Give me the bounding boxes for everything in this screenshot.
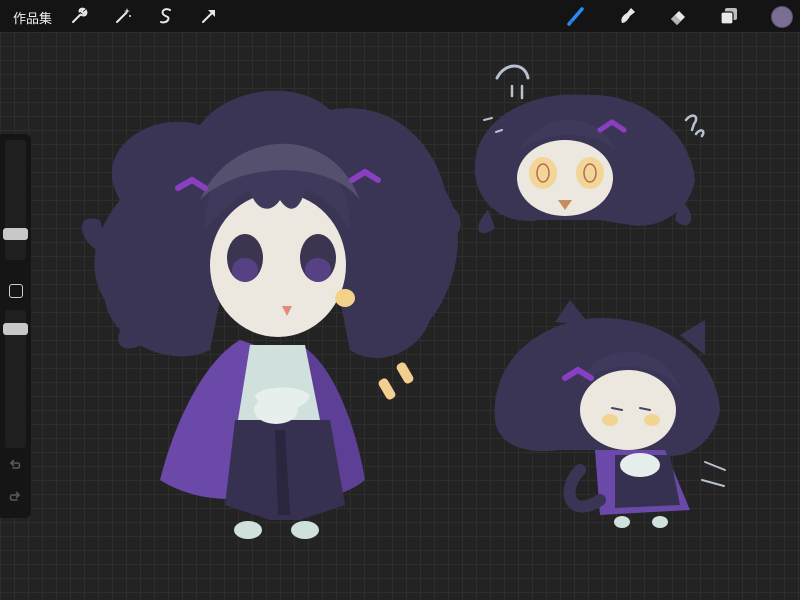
drawing-canvas[interactable]	[0, 32, 800, 600]
chibi-character-artwork	[81, 64, 726, 539]
top-toolbar: 作品集	[0, 0, 800, 32]
main-chibi-figure	[81, 90, 461, 539]
opacity-handle[interactable]	[3, 323, 28, 335]
wrench-icon[interactable]	[68, 5, 90, 27]
smudge-icon[interactable]	[616, 5, 638, 27]
eraser-icon[interactable]	[667, 5, 689, 27]
brush-size-handle[interactable]	[3, 228, 28, 240]
gallery-button[interactable]: 作品集	[13, 8, 52, 27]
modify-button[interactable]	[9, 284, 23, 298]
left-sidebar	[0, 134, 31, 518]
redo-icon[interactable]	[7, 489, 23, 505]
undo-icon[interactable]	[7, 457, 23, 473]
magic-wand-icon[interactable]	[112, 5, 134, 27]
layers-icon[interactable]	[718, 5, 740, 27]
surprised-head-sketch	[474, 64, 705, 234]
brush-icon[interactable]	[565, 5, 587, 27]
transform-arrow-icon[interactable]	[198, 5, 220, 27]
brush-size-slider[interactable]	[5, 140, 26, 260]
small-chibi-with-cat-ears	[494, 300, 726, 528]
current-color-swatch[interactable]	[771, 6, 793, 28]
selection-icon[interactable]	[155, 5, 177, 27]
